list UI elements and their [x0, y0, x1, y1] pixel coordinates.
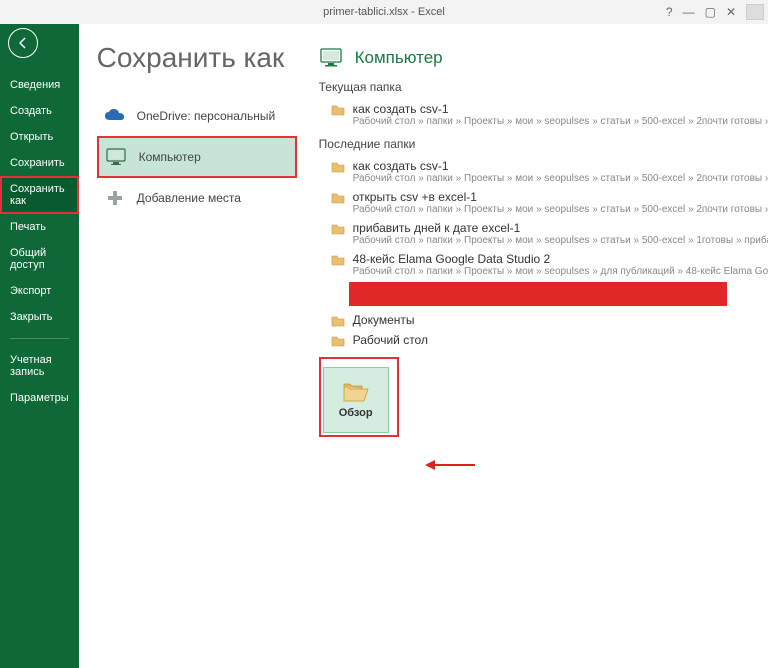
help-icon[interactable]: ? — [666, 5, 673, 19]
nav-options[interactable]: Параметры — [0, 385, 79, 411]
folder-path: Рабочий стол » папки » Проекты » мои » s… — [353, 116, 768, 127]
window-controls: ? — ▢ ✕ — [666, 0, 764, 24]
recent-folder-desktop[interactable]: Рабочий стол — [319, 329, 768, 349]
folder-icon — [331, 192, 345, 204]
computer-icon — [105, 147, 129, 167]
folder-name: Документы — [353, 313, 768, 327]
current-folder[interactable]: как создать csv-1 Рабочий стол » папки »… — [319, 98, 768, 129]
folder-icon — [331, 335, 345, 347]
recent-folder[interactable]: открыть csv +в excel-1 Рабочий стол » па… — [319, 186, 768, 217]
user-avatar[interactable] — [746, 4, 764, 20]
backstage-sidebar: Сведения Создать Открыть Сохранить Сохра… — [0, 24, 79, 668]
folder-name: 48-кейс Elama Google Data Studio 2 — [353, 252, 768, 266]
maximize-icon[interactable]: ▢ — [705, 5, 716, 19]
nav-new[interactable]: Создать — [0, 98, 79, 124]
folder-icon — [331, 161, 345, 173]
folder-name: Рабочий стол — [353, 333, 768, 347]
nav-save-as[interactable]: Сохранить как — [0, 176, 79, 214]
browse-highlight: Обзор — [319, 357, 399, 437]
close-icon[interactable]: ✕ — [726, 5, 736, 19]
annotation-arrow — [425, 460, 475, 470]
folder-icon — [331, 254, 345, 266]
folder-name: открыть csv +в excel-1 — [353, 190, 768, 204]
browse-label: Обзор — [339, 407, 373, 419]
back-button[interactable] — [8, 28, 38, 58]
folder-name: как создать csv-1 — [353, 159, 768, 173]
recent-folder[interactable]: 48-кейс Elama Google Data Studio 2 Рабоч… — [319, 248, 768, 279]
redacted-row — [349, 282, 727, 306]
location-computer[interactable]: Компьютер — [97, 136, 297, 178]
plus-icon — [103, 188, 127, 208]
nav-save[interactable]: Сохранить — [0, 150, 79, 176]
folder-icon — [331, 223, 345, 235]
folder-name: как создать csv-1 — [353, 102, 768, 116]
nav-open[interactable]: Открыть — [0, 124, 79, 150]
details-column: Компьютер Текущая папка как создать csv-… — [297, 42, 768, 668]
location-label: Добавление места — [137, 191, 241, 205]
nav-separator — [10, 338, 69, 339]
cloud-icon — [103, 106, 127, 126]
recent-folder-documents[interactable]: Документы — [319, 309, 768, 329]
folder-path: Рабочий стол » папки » Проекты » мои » s… — [353, 204, 768, 215]
folder-path: Рабочий стол » папки » Проекты » мои » s… — [353, 266, 768, 277]
nav-close[interactable]: Закрыть — [0, 304, 79, 330]
location-onedrive[interactable]: OneDrive: персональный — [97, 96, 297, 136]
minimize-icon[interactable]: — — [683, 5, 695, 19]
details-header: Компьютер — [319, 48, 768, 68]
nav-export[interactable]: Экспорт — [0, 278, 79, 304]
recent-folder[interactable]: прибавить дней к дате excel-1 Рабочий ст… — [319, 217, 768, 248]
nav-print[interactable]: Печать — [0, 214, 79, 240]
titlebar: primer-tablici.xlsx - Excel ? — ▢ ✕ — [0, 0, 768, 24]
nav-info[interactable]: Сведения — [0, 72, 79, 98]
folder-name: прибавить дней к дате excel-1 — [353, 221, 768, 235]
folder-icon — [331, 104, 345, 116]
nav-share[interactable]: Общий доступ — [0, 240, 79, 278]
location-label: Компьютер — [139, 150, 201, 164]
location-label: OneDrive: персональный — [137, 109, 276, 123]
recent-folder[interactable]: как создать csv-1 Рабочий стол » папки »… — [319, 155, 768, 186]
window-title: primer-tablici.xlsx - Excel — [323, 6, 445, 18]
page-title: Сохранить как — [97, 42, 297, 74]
folder-open-icon — [342, 381, 370, 403]
browse-button[interactable]: Обзор — [323, 367, 389, 433]
current-folder-heading: Текущая папка — [319, 80, 768, 94]
locations-column: Сохранить как OneDrive: персональный Ком… — [97, 42, 297, 668]
recent-folders-heading: Последние папки — [319, 137, 768, 151]
location-add-place[interactable]: Добавление места — [97, 178, 297, 218]
nav-account[interactable]: Учетная запись — [0, 347, 79, 385]
folder-path: Рабочий стол » папки » Проекты » мои » s… — [353, 235, 768, 246]
folder-icon — [331, 315, 345, 327]
folder-path: Рабочий стол » папки » Проекты » мои » s… — [353, 173, 768, 184]
computer-icon — [319, 48, 345, 68]
